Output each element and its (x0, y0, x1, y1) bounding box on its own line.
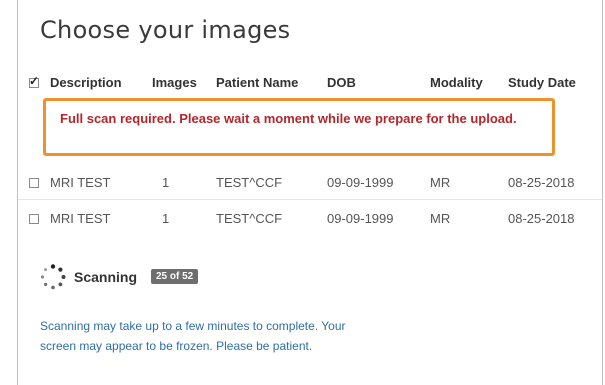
column-dob[interactable]: DOB (327, 75, 356, 90)
cell-images: 1 (162, 175, 170, 190)
full-scan-warning: Full scan required. Please wait a moment… (43, 98, 555, 156)
column-patient-name[interactable]: Patient Name (216, 75, 298, 90)
cell-images: 1 (162, 211, 170, 226)
table-row[interactable]: MRI TEST 1 TEST^CCF 09-09-1999 MR 08-25-… (26, 172, 602, 194)
cell-patient-name: TEST^CCF (216, 211, 283, 226)
row-checkbox[interactable] (29, 214, 39, 224)
cell-modality: MR (430, 175, 451, 190)
cell-dob: 09-09-1999 (327, 175, 394, 190)
cell-study-date: 08-25-2018 (508, 211, 575, 226)
scanning-note: Scanning may take up to a few minutes to… (40, 319, 346, 353)
loading-spinner-icon (40, 264, 66, 290)
cell-dob: 09-09-1999 (327, 211, 394, 226)
image-chooser-panel: Choose your images Description Images Pa… (17, 0, 603, 385)
cell-modality: MR (430, 211, 451, 226)
row-checkbox[interactable] (29, 178, 39, 188)
column-images[interactable]: Images (152, 75, 197, 90)
cell-patient-name: TEST^CCF (216, 175, 283, 190)
warning-text: Full scan required. Please wait a moment… (60, 111, 517, 126)
page-title: Choose your images (40, 16, 291, 44)
row-divider (18, 199, 602, 200)
column-modality[interactable]: Modality (430, 75, 483, 90)
cell-description: MRI TEST (50, 211, 111, 226)
cell-study-date: 08-25-2018 (508, 175, 575, 190)
select-all-checkbox[interactable] (29, 74, 39, 88)
scan-progress-badge: 25 of 52 (151, 269, 199, 284)
cell-description: MRI TEST (50, 175, 111, 190)
column-study-date[interactable]: Study Date (508, 75, 576, 90)
scanning-label: Scanning (74, 269, 138, 285)
column-description[interactable]: Description (50, 75, 122, 90)
table-row[interactable]: MRI TEST 1 TEST^CCF 09-09-1999 MR 08-25-… (26, 208, 602, 230)
table-header: Description Images Patient Name DOB Moda… (26, 72, 602, 94)
